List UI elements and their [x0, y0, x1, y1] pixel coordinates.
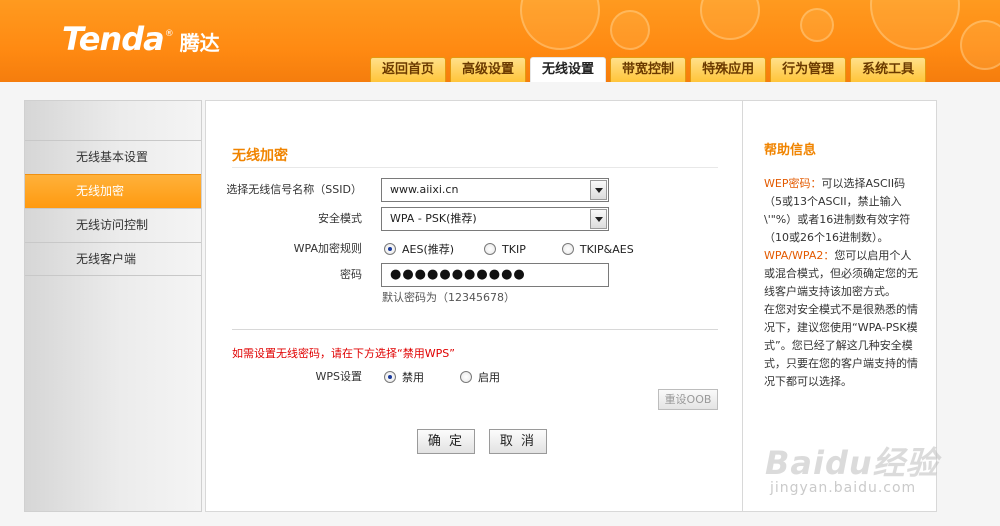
section-divider — [232, 329, 718, 330]
password-label: 密码 — [340, 268, 362, 281]
wpa-rule-tkip-aes-label: TKIP&AES — [579, 242, 634, 256]
security-mode-row: 安全模式 WPA - PSK(推荐) — [206, 207, 744, 231]
help-tip-text: 在您对安全模式不是很熟悉的情况下，建议您使用“WPA-PSK模式”。您已经了解这… — [764, 303, 918, 388]
confirm-button[interactable]: 确 定 — [417, 429, 475, 454]
main-panel: 无线加密 选择无线信号名称（SSID） www.aiixi.cn 安全模式 WP… — [205, 100, 743, 512]
tab-system-tools[interactable]: 系统工具 — [850, 57, 927, 82]
security-mode-dropdown-button[interactable] — [590, 209, 607, 229]
wpa-rule-row: WPA加密规则 AES(推荐) TKIP TKIP&AES — [206, 237, 744, 261]
help-wep-key: WEP密码： — [764, 177, 822, 190]
radio-unchecked-icon[interactable] — [484, 243, 497, 255]
header-bubble — [870, 0, 960, 50]
tab-advanced[interactable]: 高级设置 — [450, 57, 527, 82]
ssid-dropdown-button[interactable] — [590, 180, 607, 200]
sidebar: 无线基本设置 无线加密 无线访问控制 无线客户端 — [24, 100, 202, 512]
header-bubble — [610, 10, 650, 50]
wps-row: WPS设置 禁用 启用 — [206, 365, 744, 389]
radio-checked-icon[interactable] — [384, 371, 396, 383]
security-mode-label: 安全模式 — [318, 212, 362, 225]
password-hint: 默认密码为（12345678） — [382, 291, 515, 304]
header: Tenda ® 腾达 返回首页 高级设置 无线设置 带宽控制 特殊应用 行为管理… — [0, 0, 1000, 82]
ssid-select[interactable]: www.aiixi.cn — [381, 178, 609, 202]
tenda-logo: Tenda ® 腾达 — [62, 20, 220, 60]
logo-registered-mark: ® — [164, 29, 174, 39]
wpa-rule-aes[interactable]: AES(推荐) — [384, 241, 454, 257]
security-mode-select[interactable]: WPA - PSK(推荐) — [381, 207, 609, 231]
wpa-rule-radio-group: AES(推荐) TKIP TKIP&AES — [384, 237, 634, 261]
radio-checked-icon[interactable] — [384, 243, 396, 255]
password-input[interactable]: ●●●●●●●●●●● — [381, 263, 609, 287]
wpa-rule-tkip[interactable]: TKIP — [484, 243, 526, 256]
ssid-row: 选择无线信号名称（SSID） www.aiixi.cn — [206, 178, 744, 202]
wpa-rule-label: WPA加密规则 — [293, 242, 362, 255]
tab-special-apps[interactable]: 特殊应用 — [690, 57, 767, 82]
tab-wireless[interactable]: 无线设置 — [530, 57, 607, 82]
chevron-down-icon — [594, 187, 603, 193]
password-row: 密码 ●●●●●●●●●●● — [206, 263, 744, 287]
header-bubble — [960, 20, 1000, 70]
sidebar-menu: 无线基本设置 无线加密 无线访问控制 无线客户端 — [25, 140, 201, 276]
chevron-down-icon — [594, 216, 603, 222]
ssid-label: 选择无线信号名称（SSID） — [226, 183, 362, 196]
ssid-value: www.aiixi.cn — [390, 183, 459, 196]
security-mode-value: WPA - PSK(推荐) — [390, 212, 477, 225]
wps-label: WPS设置 — [315, 370, 363, 383]
radio-unchecked-icon[interactable] — [460, 371, 472, 383]
wps-disable-label: 禁用 — [402, 371, 424, 384]
help-title: 帮助信息 — [764, 143, 817, 158]
wps-enable[interactable]: 启用 — [460, 369, 500, 385]
wpa-rule-tkip-aes[interactable]: TKIP&AES — [561, 242, 634, 256]
help-wpa-key: WPA/WPA2： — [764, 249, 835, 262]
sidebar-item-access-control[interactable]: 无线访问控制 — [25, 208, 201, 242]
tab-bandwidth[interactable]: 带宽控制 — [610, 57, 687, 82]
tab-home[interactable]: 返回首页 — [370, 57, 447, 82]
header-bubble — [520, 0, 600, 50]
wps-disable[interactable]: 禁用 — [384, 369, 424, 385]
baidu-watermark-url: jingyan.baidu.com — [770, 480, 917, 496]
logo-chinese-name: 腾达 — [179, 31, 220, 55]
baidu-watermark: Baidu经验 — [765, 444, 939, 482]
title-divider — [232, 167, 718, 168]
sidebar-item-wireless-basic[interactable]: 无线基本设置 — [25, 140, 201, 174]
wps-radio-group: 禁用 启用 — [384, 365, 500, 389]
reset-oob-button[interactable]: 重设OOB — [658, 389, 718, 410]
header-bubble — [800, 8, 834, 42]
wps-enable-label: 启用 — [478, 371, 500, 384]
wps-warning: 如需设置无线密码，请在下方选择“禁用WPS” — [232, 347, 455, 360]
cancel-button[interactable]: 取 消 — [489, 429, 547, 454]
logo-text: Tenda — [62, 20, 165, 58]
header-bubble — [700, 0, 760, 40]
tab-behavior[interactable]: 行为管理 — [770, 57, 847, 82]
page-title: 无线加密 — [232, 148, 288, 164]
help-body: WEP密码：可以选择ASCII码（5或13个ASCII，禁止输入\'"%）或者1… — [764, 175, 922, 391]
wpa-rule-tkip-label: TKIP — [502, 242, 526, 256]
radio-unchecked-icon[interactable] — [561, 243, 574, 255]
wpa-rule-aes-label: AES(推荐) — [402, 243, 455, 256]
sidebar-item-clients[interactable]: 无线客户端 — [25, 242, 201, 276]
sidebar-item-wireless-security[interactable]: 无线加密 — [25, 174, 201, 208]
top-nav-tabs: 返回首页 高级设置 无线设置 带宽控制 特殊应用 行为管理 系统工具 — [370, 57, 930, 82]
